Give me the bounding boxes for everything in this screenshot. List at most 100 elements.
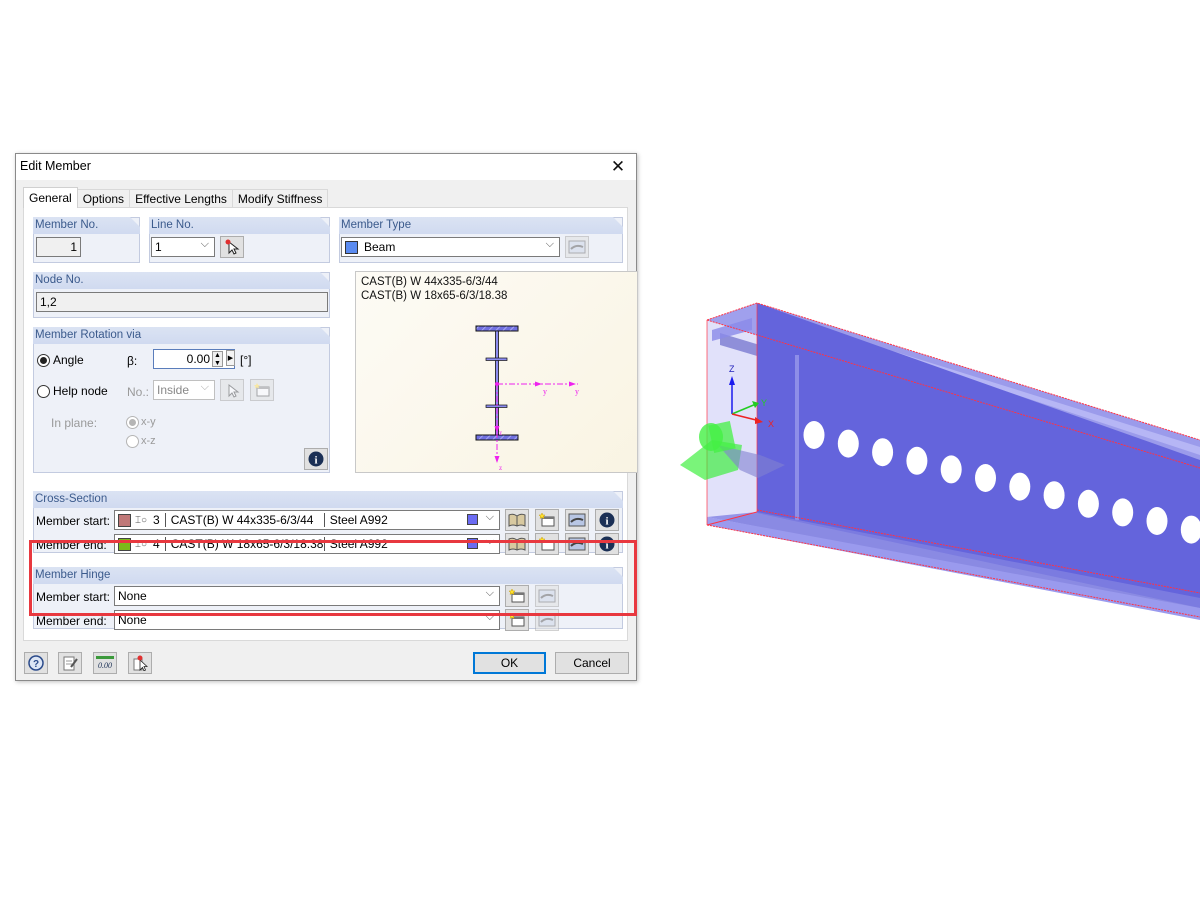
cs-start-library-button[interactable] <box>505 509 529 531</box>
cs-end-new-button[interactable] <box>535 533 559 555</box>
web-hole <box>872 438 894 467</box>
plane-xz-radio[interactable] <box>126 435 139 448</box>
new-hinge-icon <box>508 588 525 603</box>
library-book-icon <box>508 537 526 551</box>
svg-text:0.00: 0.00 <box>98 661 112 670</box>
axis-z-label: Z <box>729 364 735 374</box>
edit-member-dialog: Edit Member ✕ General Options Effective … <box>15 153 638 681</box>
chevron-down-icon: ⌵ <box>200 381 209 393</box>
plane-xy-radio[interactable] <box>126 416 139 429</box>
cancel-button[interactable]: Cancel <box>555 652 629 674</box>
tab-modify-stiffness[interactable]: Modify Stiffness <box>231 189 329 208</box>
cs-start-info-button[interactable]: i <box>595 509 619 531</box>
web-hole <box>1009 472 1031 501</box>
plane-xy-label: x-y <box>141 416 156 428</box>
tab-general[interactable]: General <box>23 187 78 208</box>
cs-end-label: Member end: <box>36 538 107 552</box>
cs-start-material: Steel A992 <box>329 513 388 527</box>
pick-line-button[interactable] <box>220 236 244 258</box>
cs-end-select[interactable]: ⌶○ 4 CAST(B) W 18x65-6/3/18.38 Steel A99… <box>114 534 500 554</box>
cs-start-name: CAST(B) W 44x335-6/3/44 <box>170 513 314 527</box>
help-node-value: Inside <box>157 383 190 397</box>
new-help-node-button[interactable] <box>250 379 274 401</box>
hinge-start-label: Member start: <box>36 590 111 604</box>
edit-hand-icon <box>568 513 586 527</box>
beta-unit: [°] <box>240 353 252 367</box>
node-no-field[interactable]: 1,2 <box>36 292 328 312</box>
beta-spinner[interactable]: ▲ ▼ <box>212 351 223 367</box>
axis-y-label: Y <box>761 398 767 408</box>
help-node-label: Help node <box>53 384 108 398</box>
cross-section-header: Cross-Section <box>33 491 623 508</box>
web-hole <box>1146 507 1168 535</box>
beta-input[interactable]: 0.00 ▲ ▼ <box>153 349 235 369</box>
new-item-icon <box>254 383 270 397</box>
chevron-down-icon: ⌵ <box>485 511 494 523</box>
new-hinge-icon <box>508 612 525 627</box>
section-shape-icon: ⌶○ <box>135 514 148 526</box>
axis-z-label: z <box>499 429 502 437</box>
cs-start-material-swatch <box>467 514 478 525</box>
pick-cursor-icon <box>225 239 240 255</box>
help-button[interactable]: ? <box>24 652 48 674</box>
rotation-info-button[interactable]: i <box>304 448 328 470</box>
pick-help-node-button[interactable] <box>220 379 244 401</box>
hinge-end-label: Member end: <box>36 614 107 628</box>
separator <box>323 513 325 527</box>
member-type-select[interactable]: Beam ⌵ <box>341 237 560 257</box>
node-no-group: Node No. 1,2 <box>33 272 330 318</box>
cs-start-color-swatch <box>118 513 131 527</box>
notes-button[interactable] <box>58 652 82 674</box>
separator <box>164 537 166 551</box>
hinge-end-select[interactable]: None ⌵ <box>114 610 500 630</box>
hinge-end-edit-button[interactable] <box>535 609 559 631</box>
line-no-group: Line No. 1 ⌵ <box>149 217 330 263</box>
web-hole <box>906 446 928 475</box>
hinge-start-new-button[interactable] <box>505 585 529 607</box>
help-node-radio[interactable] <box>37 385 50 398</box>
pick-member-button[interactable] <box>128 652 152 674</box>
cs-start-edit-button[interactable] <box>565 509 589 531</box>
model-3d-viewport[interactable]: Z Y X <box>660 280 1200 630</box>
cs-start-select[interactable]: ⌶○ 3 CAST(B) W 44x335-6/3/44 Steel A992 … <box>114 510 500 530</box>
cs-end-info-button[interactable]: i <box>595 533 619 555</box>
member-hinge-header: Member Hinge <box>33 567 623 584</box>
units-icon: 0.00 <box>96 656 114 670</box>
cs-end-library-button[interactable] <box>505 533 529 555</box>
ok-button[interactable]: OK <box>473 652 546 674</box>
web-hole <box>940 455 962 484</box>
cross-section-group: Cross-Section Member start: ⌶○ 3 CAST(B)… <box>33 491 623 555</box>
edit-member-type-button[interactable] <box>565 236 589 258</box>
web-hole <box>837 429 859 458</box>
beta-menu-arrow[interactable]: ▶ <box>226 350 235 366</box>
hinge-start-edit-button[interactable] <box>535 585 559 607</box>
cs-end-edit-button[interactable] <box>565 533 589 555</box>
line-no-select[interactable]: 1 ⌵ <box>151 237 215 257</box>
cs-start-number: 3 <box>153 513 160 527</box>
close-icon[interactable]: ✕ <box>608 157 628 177</box>
tab-effective-lengths[interactable]: Effective Lengths <box>129 189 233 208</box>
cs-start-new-button[interactable] <box>535 509 559 531</box>
notes-icon <box>63 656 78 671</box>
beta-label: β: <box>127 354 138 368</box>
tab-options[interactable]: Options <box>76 189 131 208</box>
separator <box>323 537 325 551</box>
web-hole <box>975 464 996 492</box>
hinge-end-new-button[interactable] <box>505 609 529 631</box>
web-hole <box>1112 498 1134 527</box>
cs-start-label: Member start: <box>36 514 111 528</box>
beta-value: 0.00 <box>186 352 210 366</box>
new-section-icon <box>538 536 555 551</box>
web-hole <box>1043 481 1065 510</box>
new-section-icon <box>538 512 555 527</box>
help-node-select[interactable]: Inside ⌵ <box>153 380 215 400</box>
angle-radio[interactable] <box>37 354 50 367</box>
units-button[interactable]: 0.00 <box>93 652 117 674</box>
member-type-color-swatch <box>345 240 358 254</box>
hinge-start-select[interactable]: None ⌵ <box>114 586 500 606</box>
no-label: No.: <box>127 385 150 399</box>
member-no-field[interactable]: 1 <box>36 237 81 257</box>
member-type-value: Beam <box>364 240 396 254</box>
i-beam-section-drawing: y y z z <box>475 325 579 472</box>
section-top-flange <box>475 325 519 332</box>
